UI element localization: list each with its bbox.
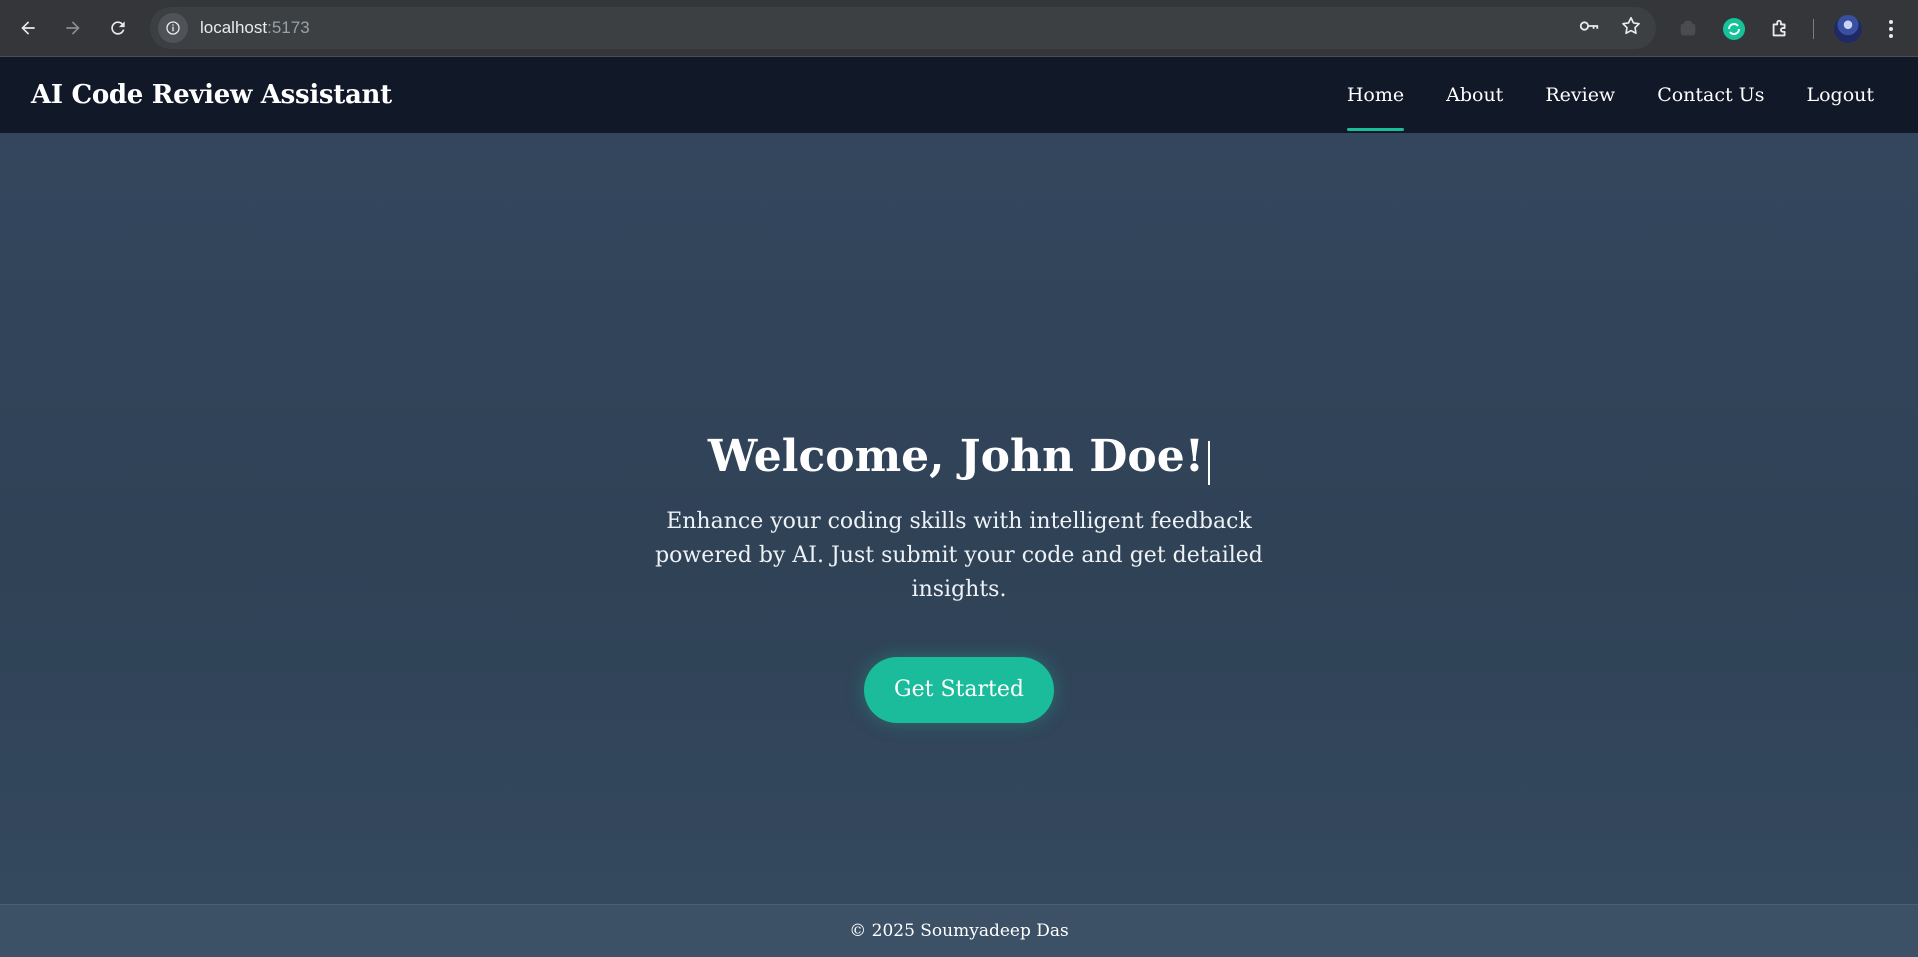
footer: © 2025 Soumyadeep Das [0,904,1918,957]
app-navbar: AI Code Review Assistant Home About Revi… [0,57,1918,133]
browser-toolbar: localhost:5173 [0,0,1918,57]
url-text: localhost:5173 [200,18,310,38]
hero-content: Welcome, John Doe! Enhance your coding s… [0,431,1918,723]
extension-icon[interactable] [1675,16,1701,42]
profile-avatar[interactable] [1834,14,1862,43]
site-info-icon[interactable] [158,13,188,43]
forward-arrow-icon[interactable] [53,8,93,48]
address-bar[interactable]: localhost:5173 [150,7,1656,49]
nav-link-logout[interactable]: Logout [1806,57,1874,133]
url-port: :5173 [267,18,310,37]
password-key-icon[interactable] [1578,15,1600,41]
footer-copyright: © 2025 Soumyadeep Das [849,921,1069,941]
more-menu-icon[interactable] [1878,16,1904,42]
grammarly-icon[interactable] [1721,16,1747,42]
get-started-button[interactable]: Get Started [864,656,1054,723]
hero-section: Welcome, John Doe! Enhance your coding s… [0,133,1918,904]
puzzle-extensions-icon[interactable] [1767,16,1793,42]
nav-link-review[interactable]: Review [1545,57,1615,133]
bookmark-star-icon[interactable] [1620,15,1642,41]
reload-icon[interactable] [98,8,138,48]
typing-cursor [1208,440,1211,485]
toolbar-separator [1813,18,1814,39]
nav-link-home[interactable]: Home [1346,57,1405,133]
hero-subtitle: Enhance your coding skills with intellig… [655,508,1263,602]
hero-title: Welcome, John Doe! [707,431,1205,482]
nav-links: Home About Review Contact Us Logout [1305,57,1874,133]
nav-link-about[interactable]: About [1446,57,1503,133]
url-host: localhost [200,18,268,37]
brand-title[interactable]: AI Code Review Assistant [31,80,392,110]
nav-link-contact-us[interactable]: Contact Us [1657,57,1764,133]
back-arrow-icon[interactable] [8,8,48,48]
